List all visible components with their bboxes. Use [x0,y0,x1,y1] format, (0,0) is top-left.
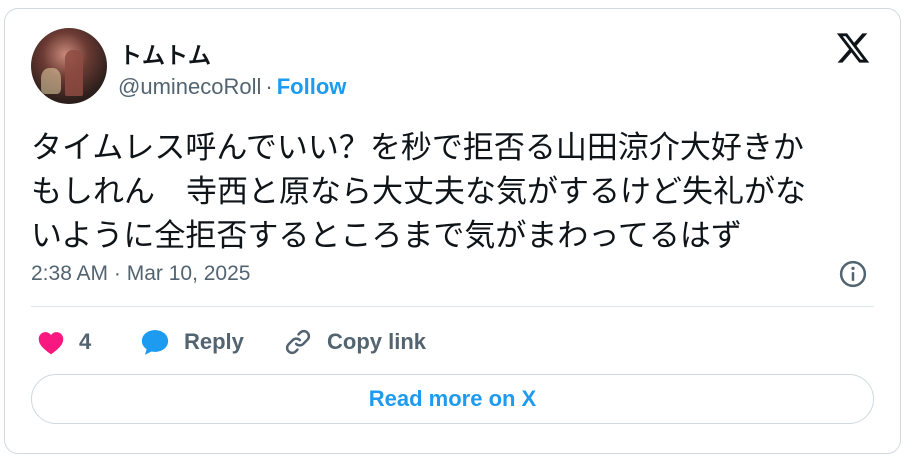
read-more-button[interactable]: Read more on X [31,374,874,424]
tweet-text: タイムレス呼んでいい？を秒で拒否る山田涼介大好きか もしれん 寺西と原なら大丈夫… [31,130,806,254]
like-button[interactable]: 4 [37,322,91,362]
avatar-light [41,68,61,94]
link-icon [285,329,311,355]
avatar[interactable] [31,28,107,104]
copy-link-label: Copy link [327,329,427,354]
follow-button[interactable]: Follow [277,74,347,99]
copy-link-button[interactable]: Copy link [283,322,426,362]
avatar-figure [65,50,83,96]
display-name[interactable]: トムトム [119,36,211,70]
timestamp[interactable]: 2:38 AM · Mar 10, 2025 [31,262,250,286]
reply-button[interactable]: Reply [140,322,244,362]
like-count: 4 [79,329,92,354]
action-bar: 4 Reply Copy link [0,322,909,362]
separator-dot: · [265,74,273,99]
reply-label: Reply [184,329,244,354]
x-logo-icon[interactable] [835,30,871,66]
info-icon[interactable] [838,259,868,289]
handle-line: @uminecoRoll · Follow [118,74,346,100]
user-handle[interactable]: @uminecoRoll [118,74,261,99]
heart-icon [38,332,64,355]
speech-bubble-icon [141,330,169,355]
divider [31,306,874,307]
